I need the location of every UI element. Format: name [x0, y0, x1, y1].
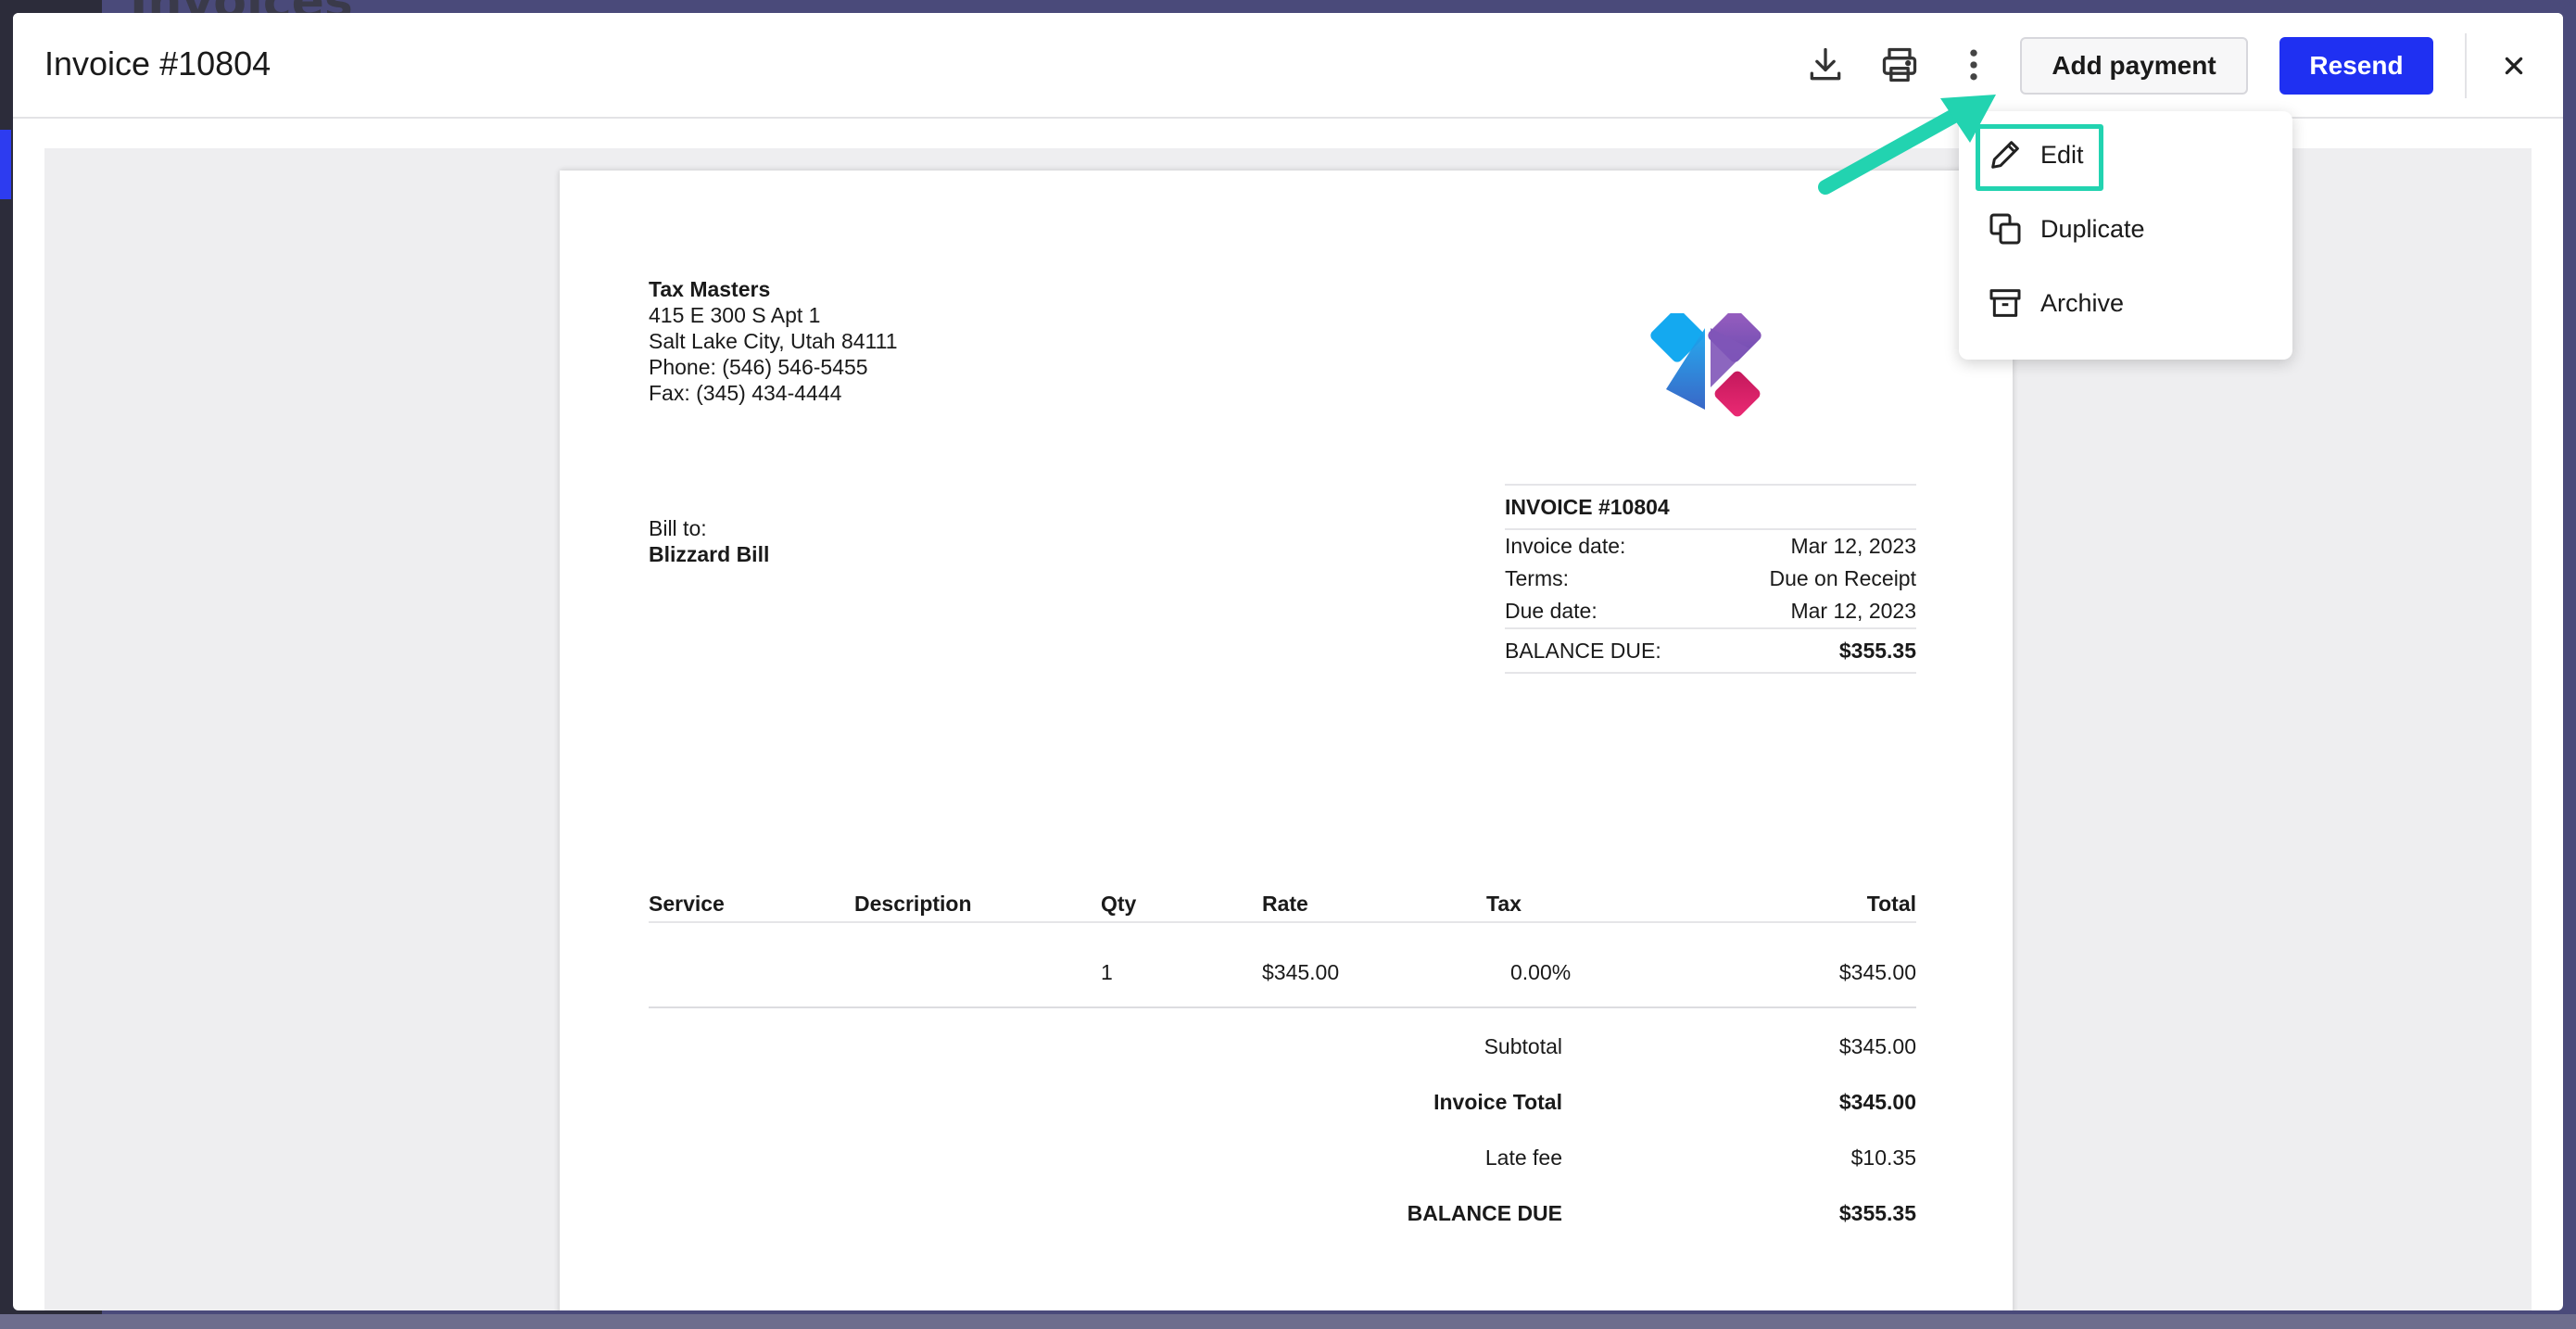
company-logo [1650, 313, 1762, 417]
late-fee-value: $10.35 [1850, 1145, 1916, 1170]
balance-due-total-label: BALANCE DUE [1407, 1201, 1562, 1225]
invoice-total-row: Invoice Total $345.00 [649, 1090, 1916, 1145]
archive-icon [1989, 289, 2021, 317]
balance-due-row: BALANCE DUE: $355.35 [1505, 627, 1916, 674]
header-description: Description [854, 892, 972, 916]
invoice-meta: INVOICE #10804 Invoice date: Mar 12, 202… [1505, 484, 1916, 674]
terms-value: Due on Receipt [1769, 566, 1916, 590]
bill-to: Bill to: Blizzard Bill [649, 515, 769, 567]
invoice-date-label: Invoice date: [1505, 534, 1626, 558]
background-footer [0, 1314, 2576, 1329]
invoice-total-label: Invoice Total [1433, 1090, 1562, 1114]
close-button[interactable] [2493, 44, 2535, 87]
company-address-line-1: 415 E 300 S Apt 1 [649, 303, 821, 327]
balance-due-total-value: $355.35 [1838, 1201, 1916, 1225]
header-service: Service [649, 892, 725, 916]
totals-section: Subtotal $345.00 Invoice Total $345.00 L… [649, 1034, 1916, 1257]
table-row: 1 $345.00 0.00% $345.00 [649, 923, 1916, 1008]
bill-to-label: Bill to: [649, 516, 707, 540]
invoice-date-value: Mar 12, 2023 [1790, 534, 1916, 558]
invoice-total-value: $345.00 [1838, 1090, 1916, 1114]
line-items-table: Service Description Qty Rate Tax Total 1… [649, 892, 1916, 1008]
late-fee-label: Late fee [1484, 1145, 1562, 1170]
company-phone: Phone: (546) 546-5455 [649, 355, 868, 379]
late-fee-row: Late fee $10.35 [649, 1145, 1916, 1201]
add-payment-button[interactable]: Add payment [2020, 37, 2248, 95]
invoice-document: Tax Masters 415 E 300 S Apt 1 Salt Lake … [560, 171, 2013, 1310]
header-rate: Rate [1262, 892, 1308, 916]
row-total: $345.00 [1838, 960, 1916, 984]
company-address-line-2: Salt Lake City, Utah 84111 [649, 329, 898, 353]
due-date-value: Mar 12, 2023 [1790, 599, 1916, 623]
client-name: Blizzard Bill [649, 542, 770, 566]
row-tax: 0.00% [1510, 960, 1572, 984]
header-total: Total [1866, 892, 1916, 916]
modal-header: Invoice #10804 Add payment Resend [13, 13, 2563, 119]
terms-row: Terms: Due on Receipt [1505, 563, 1916, 595]
balance-due-value: $355.35 [1838, 638, 1916, 663]
row-rate: $345.00 [1262, 960, 1340, 984]
table-header: Service Description Qty Rate Tax Total [649, 892, 1916, 923]
due-date-row: Due date: Mar 12, 2023 [1505, 595, 1916, 627]
company-info: Tax Masters 415 E 300 S Apt 1 Salt Lake … [649, 276, 898, 406]
balance-due-label: BALANCE DUE: [1505, 638, 1661, 663]
header-divider [2465, 33, 2467, 98]
modal-title: Invoice #10804 [44, 44, 271, 82]
header-tax: Tax [1486, 892, 1522, 916]
subtotal-label: Subtotal [1484, 1034, 1562, 1058]
subtotal-value: $345.00 [1838, 1034, 1916, 1058]
annotation-arrow [1818, 95, 1996, 195]
due-date-label: Due date: [1505, 599, 1597, 623]
header-qty: Qty [1101, 892, 1137, 916]
subtotal-row: Subtotal $345.00 [649, 1034, 1916, 1090]
company-name: Tax Masters [649, 277, 771, 301]
row-qty: 1 [1101, 960, 1113, 984]
terms-label: Terms: [1505, 566, 1569, 590]
invoice-number: INVOICE #10804 [1505, 484, 1916, 530]
balance-due-total-row: BALANCE DUE $355.35 [649, 1201, 1916, 1257]
close-icon [2505, 57, 2523, 75]
company-fax: Fax: (345) 434-4444 [649, 381, 842, 405]
invoice-date-row: Invoice date: Mar 12, 2023 [1505, 530, 1916, 563]
menu-item-duplicate-label: Duplicate [2040, 214, 2145, 243]
invoice-modal: Invoice #10804 Add payment Resend Tax Ma… [13, 13, 2563, 1310]
duplicate-icon [1989, 213, 2021, 245]
background-sidebar-active-indicator [0, 130, 11, 199]
invoice-number-text: INVOICE #10804 [1505, 494, 1670, 519]
menu-item-archive[interactable]: Archive [1959, 267, 2292, 339]
resend-button[interactable]: Resend [2279, 37, 2433, 95]
menu-item-archive-label: Archive [2040, 288, 2125, 317]
